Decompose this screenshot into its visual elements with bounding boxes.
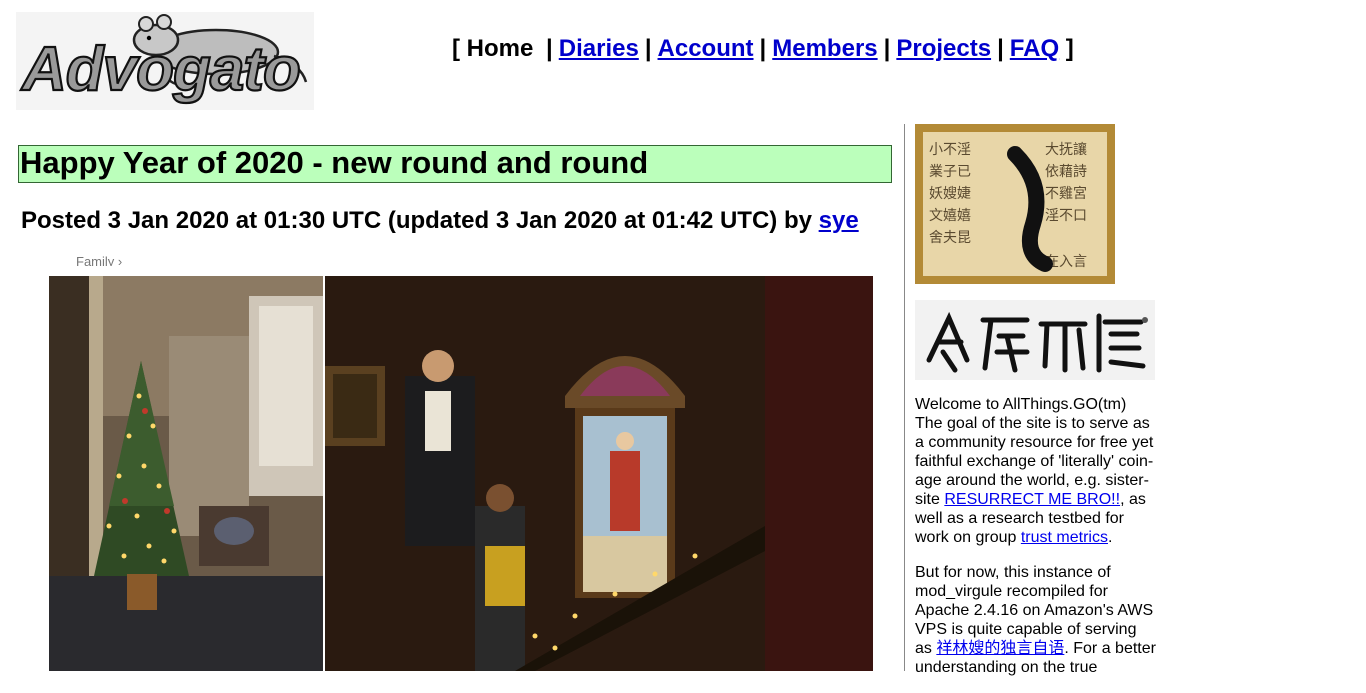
photo-stained-glass-stairway[interactable]	[325, 276, 873, 671]
nav-home: Home	[466, 35, 534, 62]
svg-text:大抚讓: 大抚讓	[1045, 141, 1087, 158]
sidebar-text: .	[1107, 529, 1113, 546]
article-title-box: Happy Year of 2020 - new round and round	[18, 145, 892, 183]
nav-link-diaries[interactable]: Diaries	[559, 35, 639, 62]
svg-text:業子已: 業子已	[929, 164, 971, 180]
svg-text:文嬉嬉: 文嬉嬉	[929, 208, 971, 224]
nav-separator: |	[759, 35, 767, 62]
chinese-calligraphy-banner	[915, 300, 1155, 380]
link-trust-metrics[interactable]: trust metrics	[1021, 529, 1108, 546]
svg-text:小不淫: 小不淫	[929, 142, 971, 158]
calligraphy-scroll-image: 小不淫 業子已 妖嫂婕 文嬉嬉 舍夫昆 大抚讓 依藉詩 不雞宮 淫不口 在入言	[915, 124, 1115, 284]
svg-text:不雞宮: 不雞宮	[1045, 186, 1087, 202]
nav-link-account[interactable]: Account	[658, 35, 754, 62]
top-navigation: [ Home | Diaries | Account | Members | Projects…	[452, 33, 1074, 65]
sidebar-welcome: Welcome to AllThings.GO(tm) The goal of …	[915, 395, 1157, 693]
nav-link-projects[interactable]: Projects	[896, 35, 991, 62]
posted-timestamp: Posted 3 Jan 2020 at 01:30 UTC (updated …	[21, 207, 812, 234]
article-title: Happy Year of 2020 - new round and round	[20, 145, 649, 180]
sidebar-paragraph-2: But for now, this instance of mod_virgul…	[915, 563, 1157, 677]
photo-caption-cropped: Family ›	[76, 254, 123, 266]
photo-christmas-tree-lobby[interactable]	[49, 276, 323, 671]
nav-separator: |	[546, 35, 553, 62]
column-divider	[904, 124, 905, 671]
article-byline: Posted 3 Jan 2020 at 01:30 UTC (updated …	[21, 205, 859, 237]
nav-open-bracket: [	[452, 35, 460, 62]
link-resurrect-me-bro[interactable]: RESURRECT ME BRO!!	[944, 491, 1120, 508]
nav-link-members[interactable]: Members	[772, 35, 877, 62]
advogato-logo[interactable]: Advogato	[16, 12, 314, 110]
svg-text:舍夫昆: 舍夫昆	[929, 230, 971, 246]
author-link[interactable]: sye	[819, 207, 859, 234]
nav-separator: |	[883, 35, 891, 62]
logo-wordmark: Advogato	[20, 35, 300, 104]
nav-close-bracket: ]	[1065, 35, 1074, 62]
sidebar-paragraph-1: Welcome to AllThings.GO(tm) The goal of …	[915, 395, 1157, 547]
nav-separator: |	[997, 35, 1004, 62]
nav-link-faq[interactable]: FAQ	[1010, 35, 1059, 62]
svg-text:依藉詩: 依藉詩	[1045, 164, 1087, 180]
nav-separator: |	[644, 35, 652, 62]
link-xianglinsao-monologue[interactable]: 祥林嫂的独言自语	[936, 640, 1064, 657]
svg-text:淫不口: 淫不口	[1045, 208, 1087, 224]
svg-text:妖嫂婕: 妖嫂婕	[929, 186, 971, 202]
